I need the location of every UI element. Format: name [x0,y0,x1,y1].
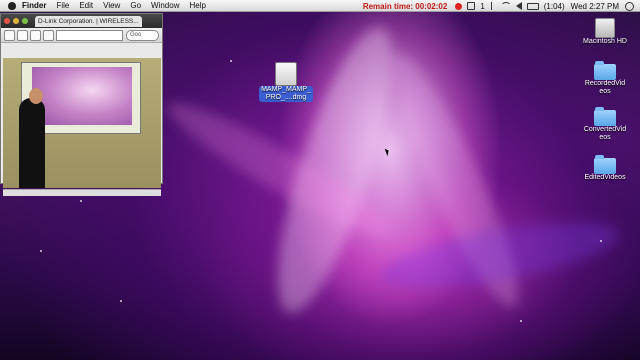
desktop-icon-label: ConvertedVideos [583,126,627,141]
spotlight-icon[interactable] [625,1,634,11]
hard-drive-icon [595,18,615,38]
address-field[interactable] [56,29,123,41]
desktop-icon-editedvideos[interactable]: EditedVideos [580,155,630,182]
minimize-icon[interactable] [13,18,19,24]
horizontal-scrollbar[interactable] [3,189,161,196]
video-frame [3,58,161,188]
folder-icon [594,155,616,174]
wallpaper-star [80,200,82,202]
desktop-icon-label: MAMP_MAMP_PRO_....dmg [259,86,313,102]
volume-icon[interactable] [515,2,522,10]
window-controls [4,18,31,24]
close-icon[interactable] [4,18,10,24]
desktop-icon-recordedvideos[interactable]: RecordedVideos [580,61,630,96]
desktop-icon-label: EditedVideos [584,174,626,181]
wallpaper-star [40,250,42,252]
menu-clock[interactable]: Wed 2:27 PM [571,2,619,11]
browser-titlebar[interactable]: D-Link Corporation. | WIRELESS... [1,14,162,28]
wallpaper-star [600,240,602,242]
menu-go[interactable]: Go [130,1,141,10]
forward-button[interactable] [17,29,28,41]
battery-text[interactable]: (1:04) [544,2,565,11]
folder-icon [594,61,616,80]
status-menus: Remain time: 00:02:02 1 (1:04) Wed 2:27 … [363,0,640,12]
folder-icon [594,107,616,126]
input-menu[interactable]: 1 [480,2,484,11]
desktop-icon-mamp-dmg[interactable]: MAMP_MAMP_PRO_....dmg [258,62,314,102]
menu-edit[interactable]: Edit [79,1,93,10]
disk-image-icon [275,62,297,86]
menu-app-name[interactable]: Finder [22,1,46,10]
wallpaper-star [230,60,232,62]
browser-window[interactable]: D-Link Corporation. | WIRELESS... Goo [0,13,163,196]
add-bookmark-button[interactable] [30,29,41,41]
desktop-icon-label: RecordedVideos [584,80,626,95]
desktop-icon-label: Macintosh HD [583,38,627,45]
projected-screen [32,67,132,125]
back-button[interactable] [4,29,15,41]
desktop-icon-macintosh-hd[interactable]: Macintosh HD [580,18,630,46]
desktop-icon-convertedvideos[interactable]: ConvertedVideos [580,107,630,142]
menu-file[interactable]: File [56,1,69,10]
record-icon[interactable] [455,2,463,10]
zoom-icon[interactable] [22,18,28,24]
apple-menu-icon[interactable] [8,1,16,10]
reload-button[interactable] [43,29,54,41]
browser-tab-title: D-Link Corporation. | WIRELESS... [38,17,139,25]
video-presenter-head [29,88,43,104]
remain-time-text: Remain time: 00:02:02 [362,1,448,11]
menu-window[interactable]: Window [151,1,179,10]
video-presenter [19,98,45,188]
menu-help[interactable]: Help [189,1,205,10]
browser-tab[interactable]: D-Link Corporation. | WIRELESS... [35,15,142,27]
menu-view[interactable]: View [103,1,120,10]
wallpaper-star [520,320,522,322]
browser-toolbar: Goo [1,28,162,43]
wifi-icon[interactable] [500,2,511,10]
eject-icon[interactable] [467,2,476,10]
menu-bar: Finder File Edit View Go Window Help Rem… [0,0,640,12]
wallpaper-star [120,300,122,302]
search-field[interactable]: Goo [126,29,159,41]
bluetooth-icon[interactable] [490,2,496,10]
battery-icon[interactable] [526,2,539,10]
